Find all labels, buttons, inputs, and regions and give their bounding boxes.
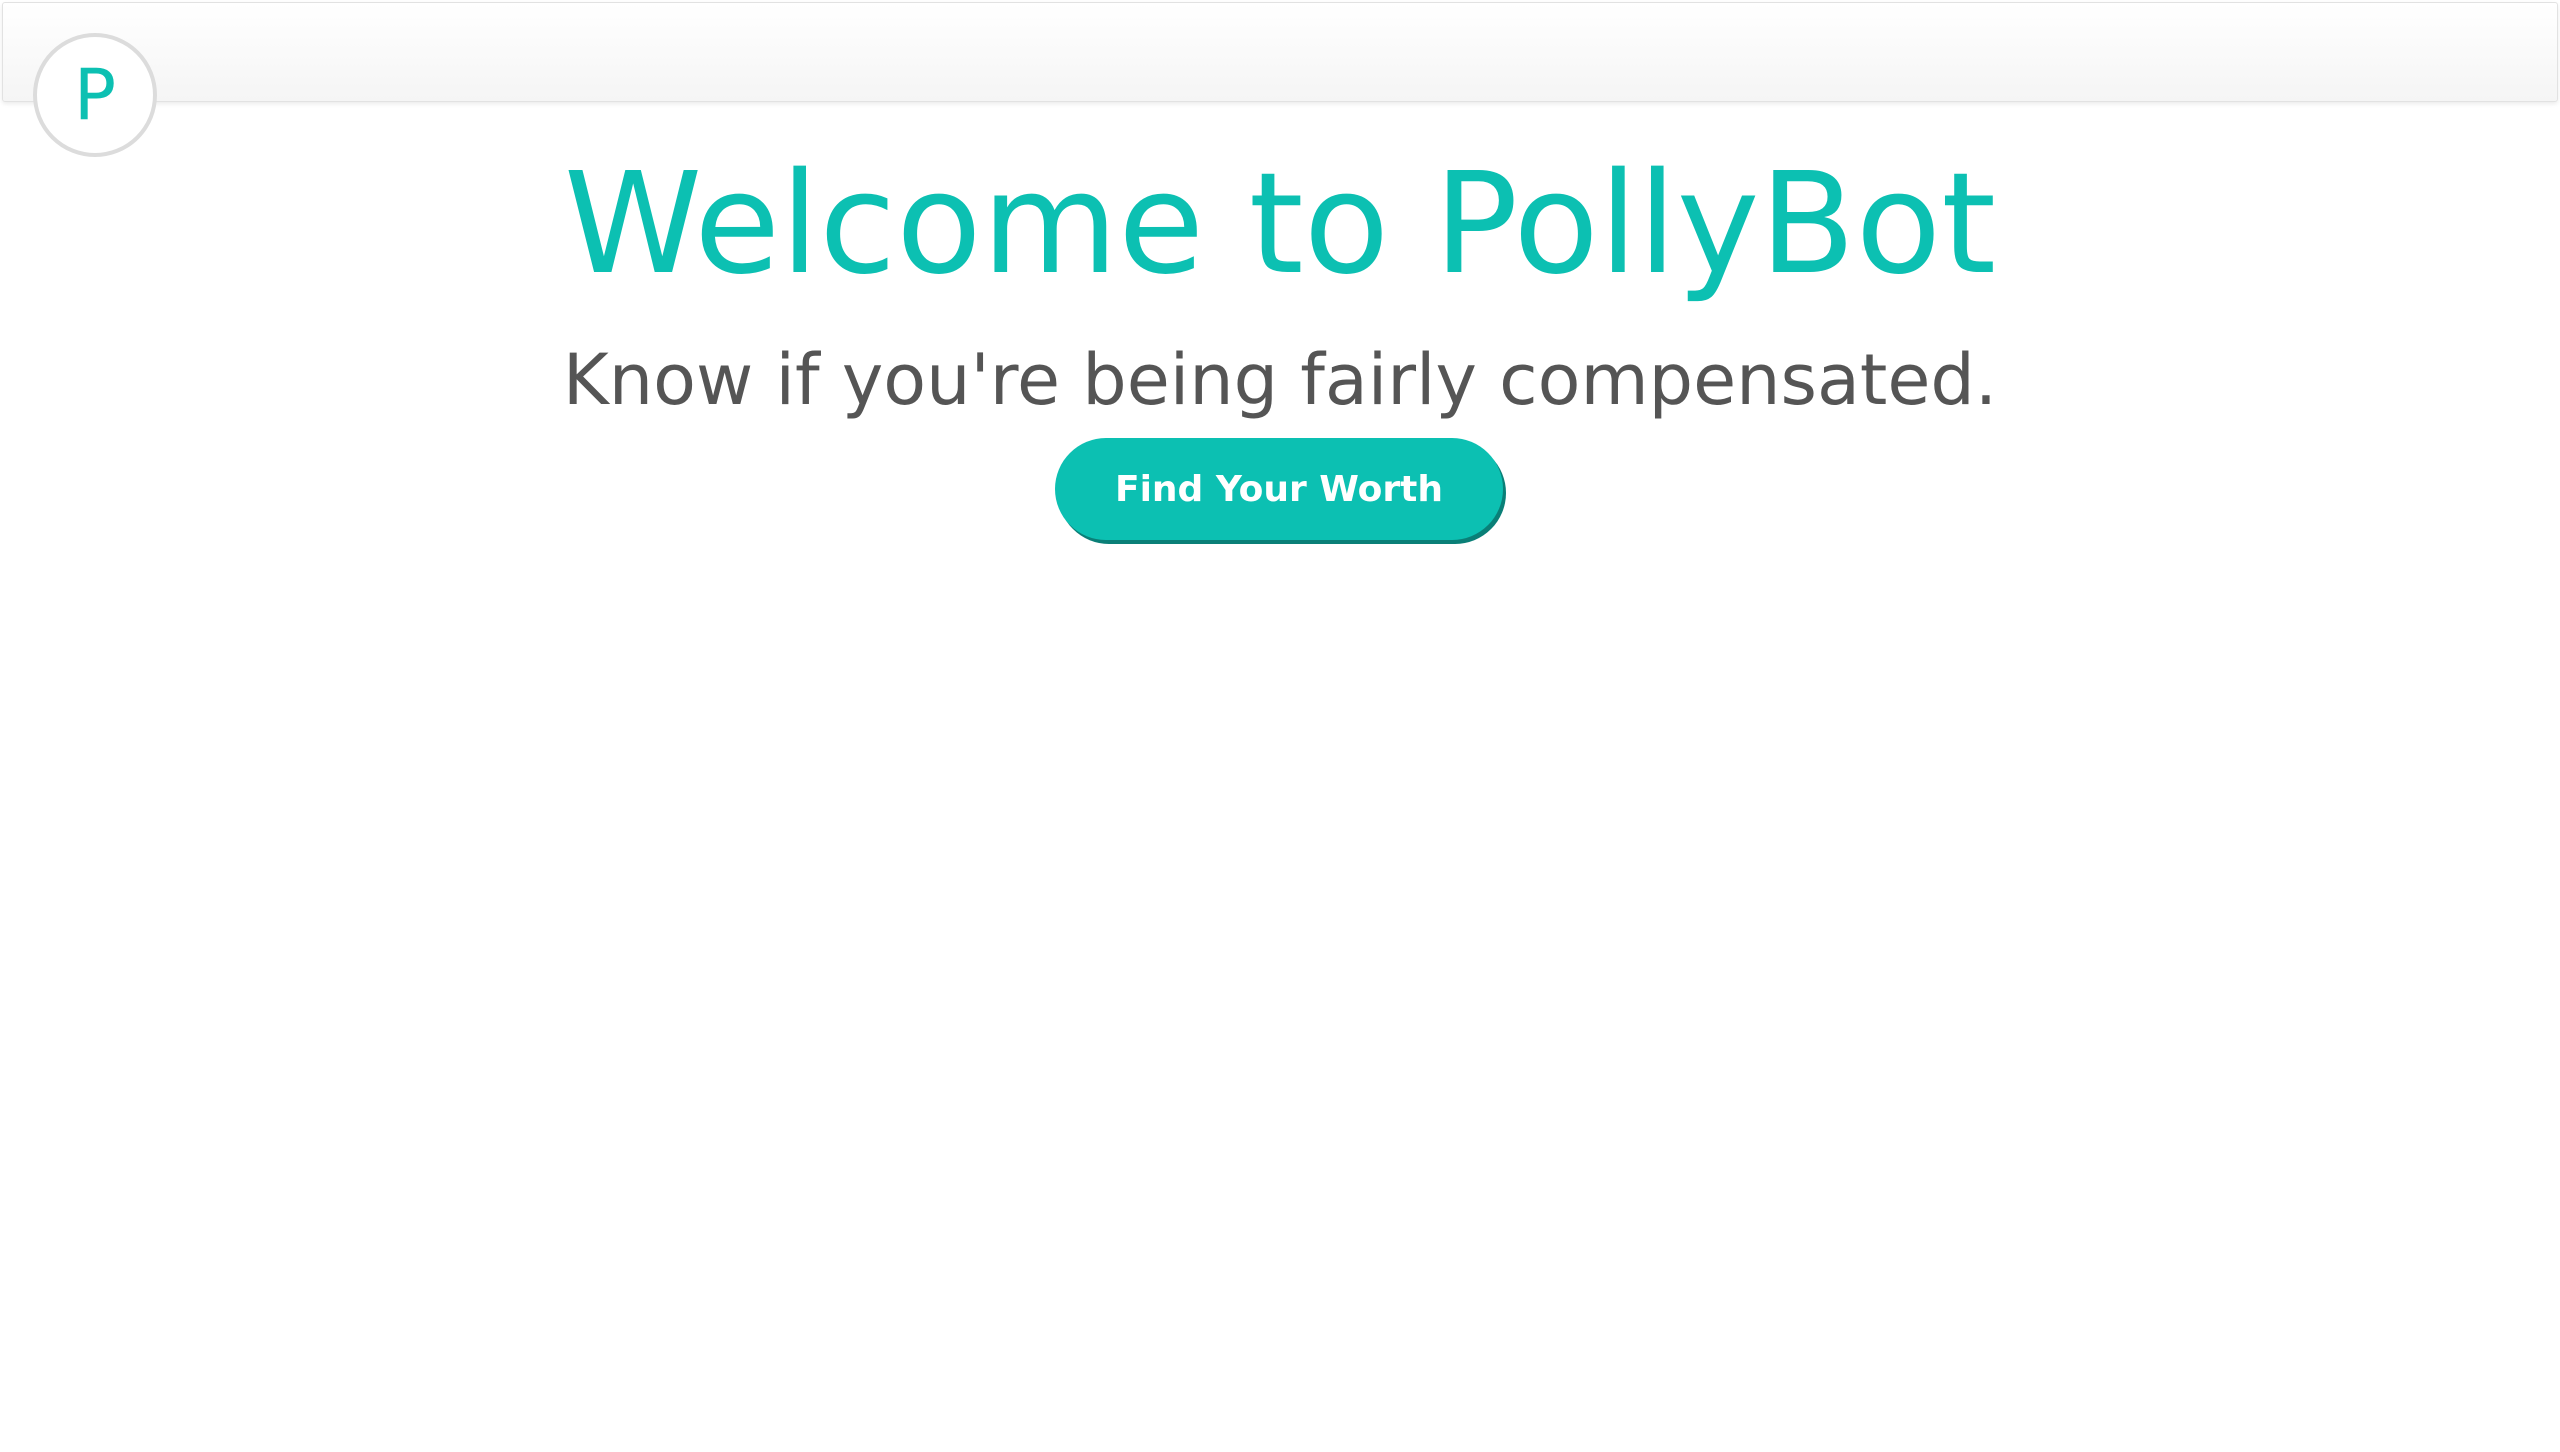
find-your-worth-button[interactable]: Find Your Worth bbox=[1055, 438, 1503, 540]
top-navbar bbox=[2, 2, 2558, 102]
page-subtitle: Know if you're being fairly compensated. bbox=[562, 339, 1998, 421]
page: P Welcome to PollyBot Know if you're bei… bbox=[0, 0, 2560, 1452]
pollybot-logo[interactable]: P bbox=[33, 33, 157, 157]
page-title: Welcome to PollyBot bbox=[563, 143, 1997, 306]
logo-letter: P bbox=[73, 54, 117, 136]
